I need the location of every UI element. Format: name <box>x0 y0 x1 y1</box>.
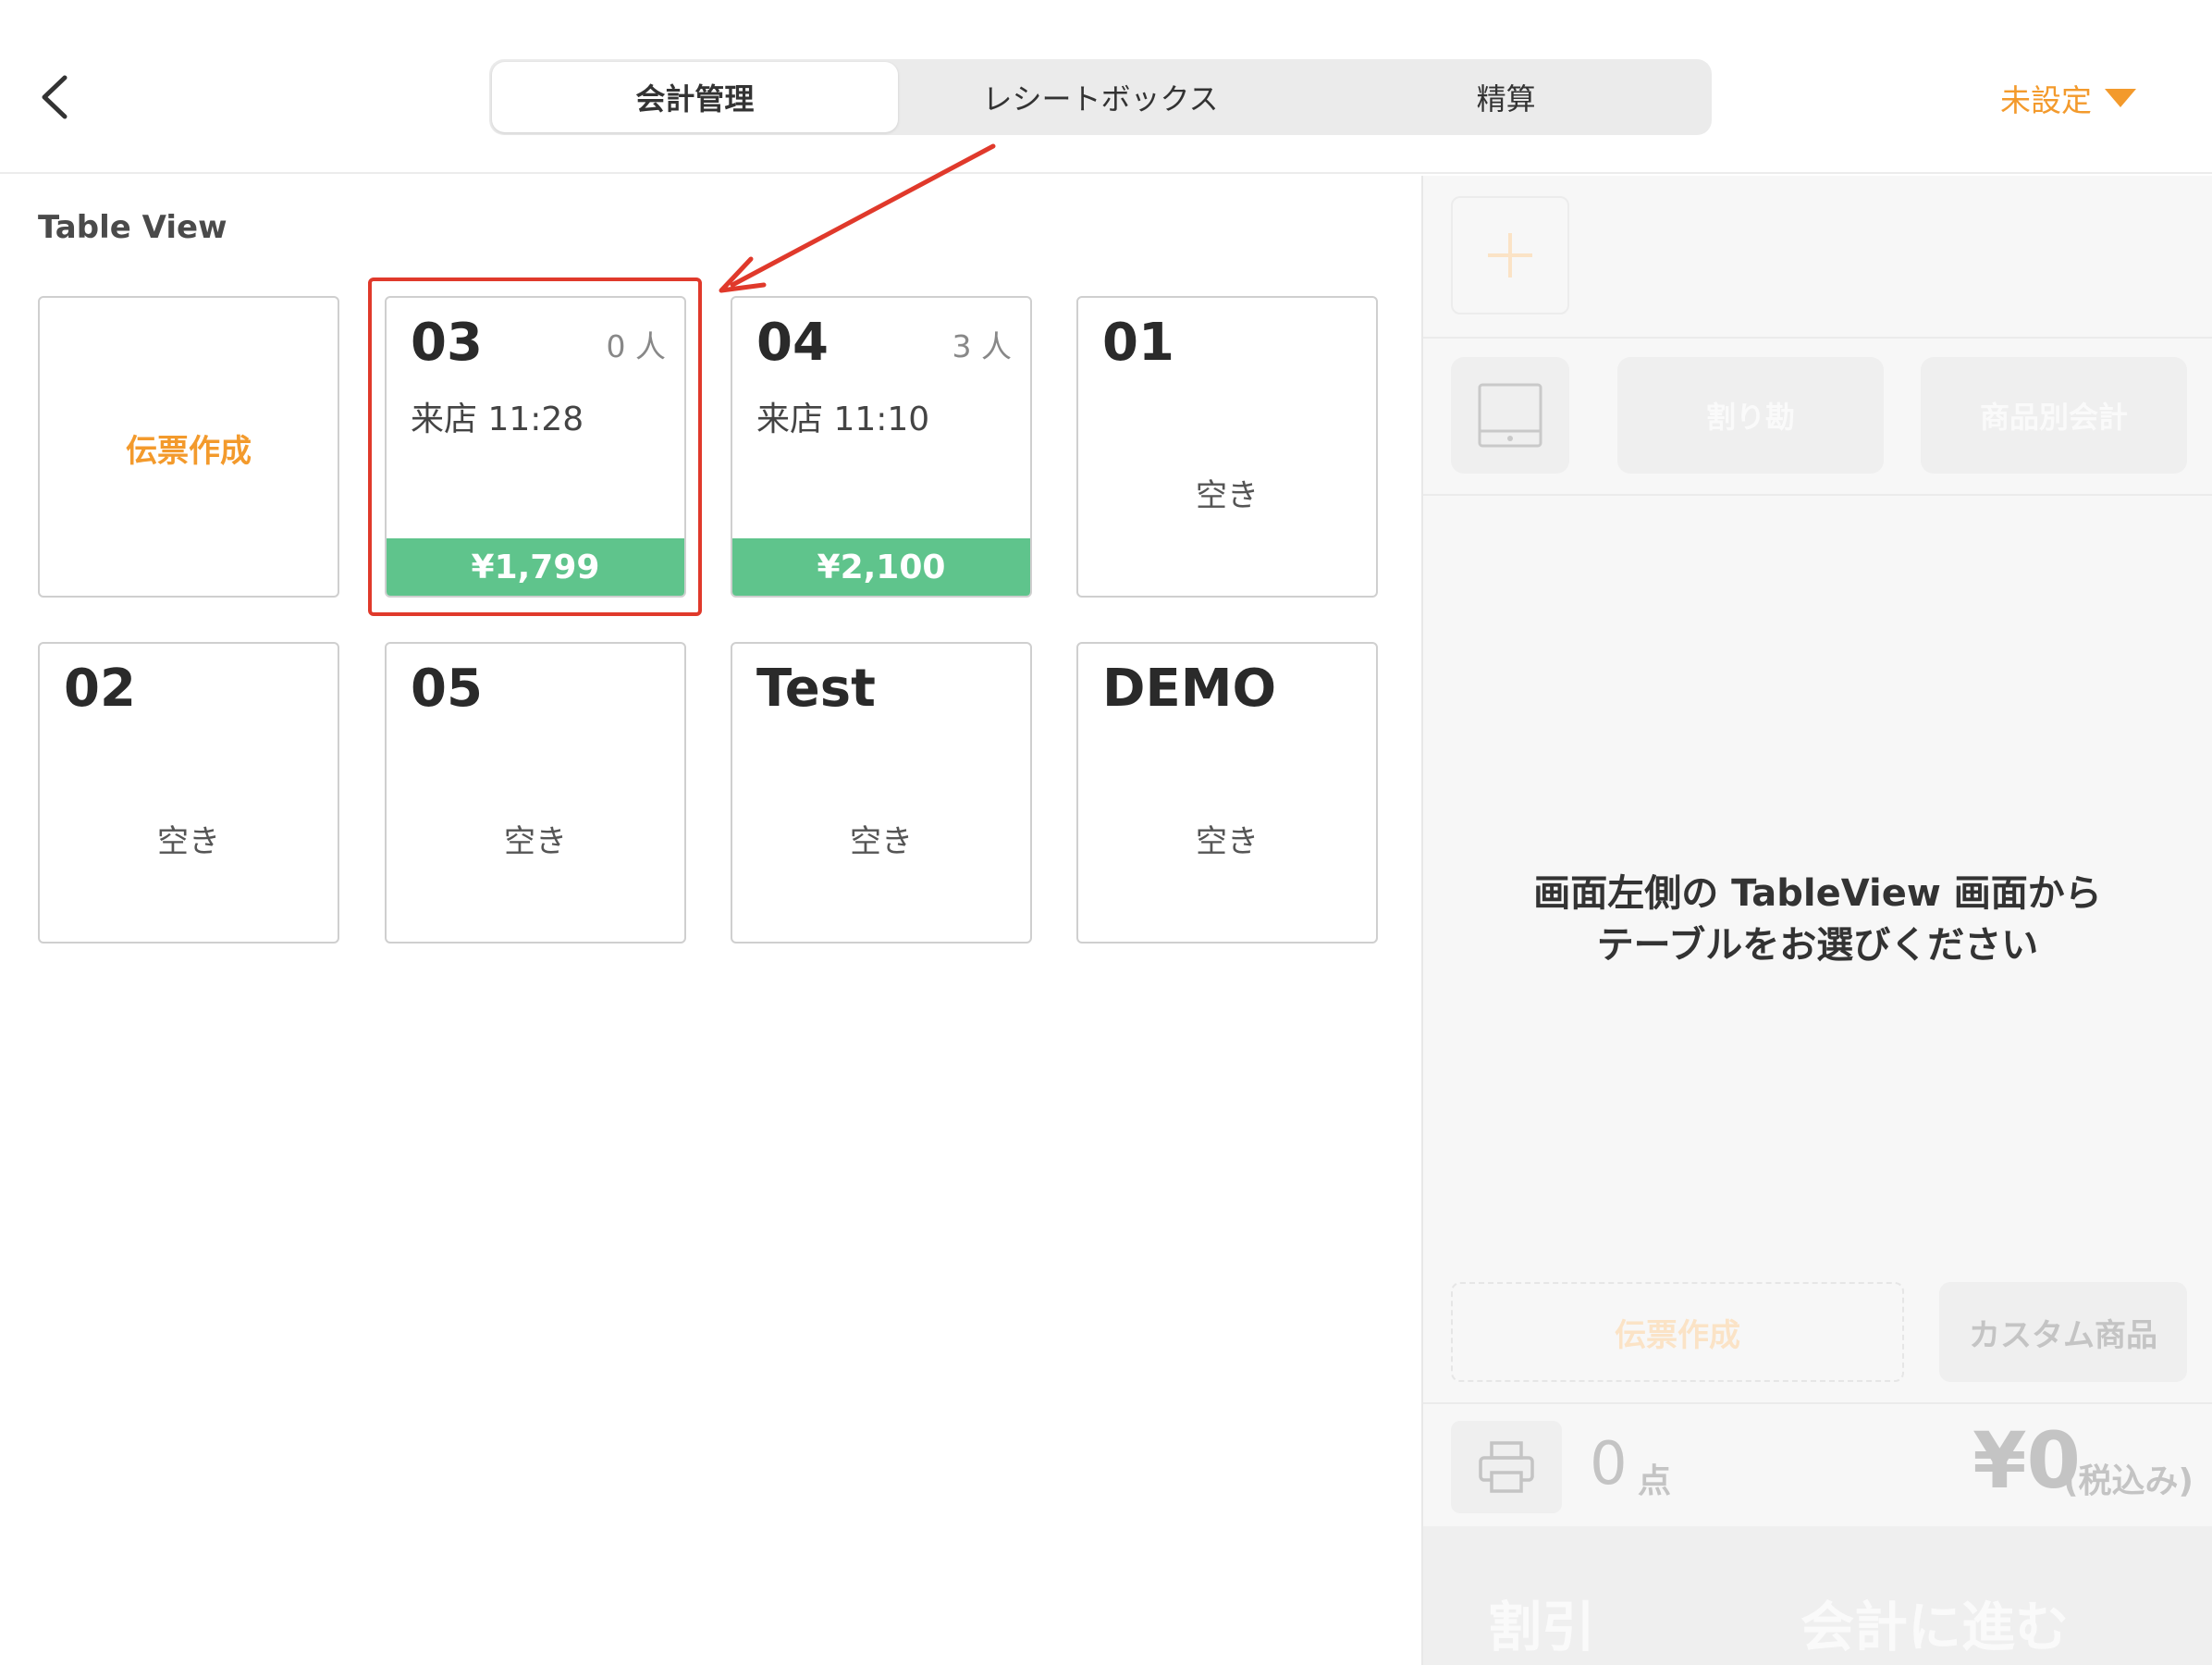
store-selector[interactable]: 未設定 <box>2000 76 2136 120</box>
table-status: 空き <box>1196 477 1259 514</box>
table-view-panel: Table View 伝票作成 03 0 人 来店 11:28 ¥1,799 0… <box>0 176 1420 1665</box>
table-amount: ¥2,100 <box>732 538 1030 596</box>
table-amount: ¥1,799 <box>387 538 684 596</box>
tab-accounting[interactable]: 会計管理 <box>492 62 898 132</box>
table-name: 02 <box>64 659 136 719</box>
section-title: Table View <box>38 209 227 246</box>
tablet-icon <box>1478 383 1542 448</box>
table-name: 03 <box>411 313 483 373</box>
printer-icon <box>1479 1441 1534 1493</box>
create-slip-tile[interactable]: 伝票作成 <box>38 296 339 598</box>
tablet-view-button[interactable] <box>1451 357 1569 474</box>
tab-receipt-box[interactable]: レシートボックス <box>898 62 1304 132</box>
plus-icon <box>1488 233 1532 278</box>
store-selector-label: 未設定 <box>2000 82 2092 118</box>
guest-count: 3 人 <box>952 328 1013 364</box>
guest-count: 0 人 <box>606 328 667 364</box>
back-button[interactable] <box>33 65 80 130</box>
table-name: Test <box>756 659 876 719</box>
mode-segmented-control: 会計管理 レシートボックス 精算 <box>489 59 1712 135</box>
tab-settlement[interactable]: 精算 <box>1303 62 1709 132</box>
table-name: 01 <box>1102 313 1174 373</box>
table-name: DEMO <box>1102 659 1277 719</box>
create-slip-label: 伝票作成 <box>126 433 252 470</box>
discount-button[interactable]: 割引 <box>1488 1584 1595 1661</box>
arrival-time: 来店 11:28 <box>411 401 584 438</box>
hint-line-2: テーブルをお選びください <box>1596 924 2039 967</box>
table-status: 空き <box>157 823 220 860</box>
table-status: 空き <box>1196 823 1259 860</box>
print-button[interactable] <box>1451 1421 1562 1513</box>
create-slip-button[interactable]: 伝票作成 <box>1451 1282 1904 1382</box>
hint-line-1: 画面左側の TableView 画面から <box>1533 872 2102 915</box>
arrival-time: 来店 11:10 <box>756 401 930 438</box>
table-tile-test[interactable]: Test 空き <box>731 642 1032 944</box>
table-tile-03[interactable]: 03 0 人 来店 11:28 ¥1,799 <box>385 296 686 598</box>
tax-note: (税込み) <box>2063 1462 2194 1500</box>
table-tile-04[interactable]: 04 3 人 来店 11:10 ¥2,100 <box>731 296 1032 598</box>
custom-item-button[interactable]: カスタム商品 <box>1939 1282 2187 1382</box>
split-bill-button[interactable]: 割り勘 <box>1617 357 1884 474</box>
item-count-unit: 点 <box>1638 1462 1672 1500</box>
top-bar: 会計管理 レシートボックス 精算 未設定 <box>0 0 2212 174</box>
divider <box>1423 337 2212 339</box>
order-panel: 割り勘 商品別会計 画面左側の TableView 画面から テーブルをお選びく… <box>1421 176 2212 1665</box>
table-status: 空き <box>850 823 913 860</box>
item-checkout-button[interactable]: 商品別会計 <box>1921 357 2187 474</box>
proceed-to-checkout-button[interactable]: 会計に進む <box>1800 1584 2069 1661</box>
divider <box>1423 494 2212 496</box>
table-name: 04 <box>756 313 829 373</box>
table-status: 空き <box>504 823 567 860</box>
table-tile-02[interactable]: 02 空き <box>38 642 339 944</box>
item-count: 0 <box>1590 1430 1628 1498</box>
table-tile-01[interactable]: 01 空き <box>1076 296 1378 598</box>
table-tile-05[interactable]: 05 空き <box>385 642 686 944</box>
caret-down-icon <box>2105 89 2136 107</box>
table-name: 05 <box>411 659 483 719</box>
table-tile-demo[interactable]: DEMO 空き <box>1076 642 1378 944</box>
select-table-hint: 画面左側の TableView 画面から テーブルをお選びください <box>1423 868 2212 971</box>
add-button[interactable] <box>1451 196 1569 314</box>
chevron-left-icon <box>42 75 68 119</box>
divider <box>1423 1402 2212 1404</box>
